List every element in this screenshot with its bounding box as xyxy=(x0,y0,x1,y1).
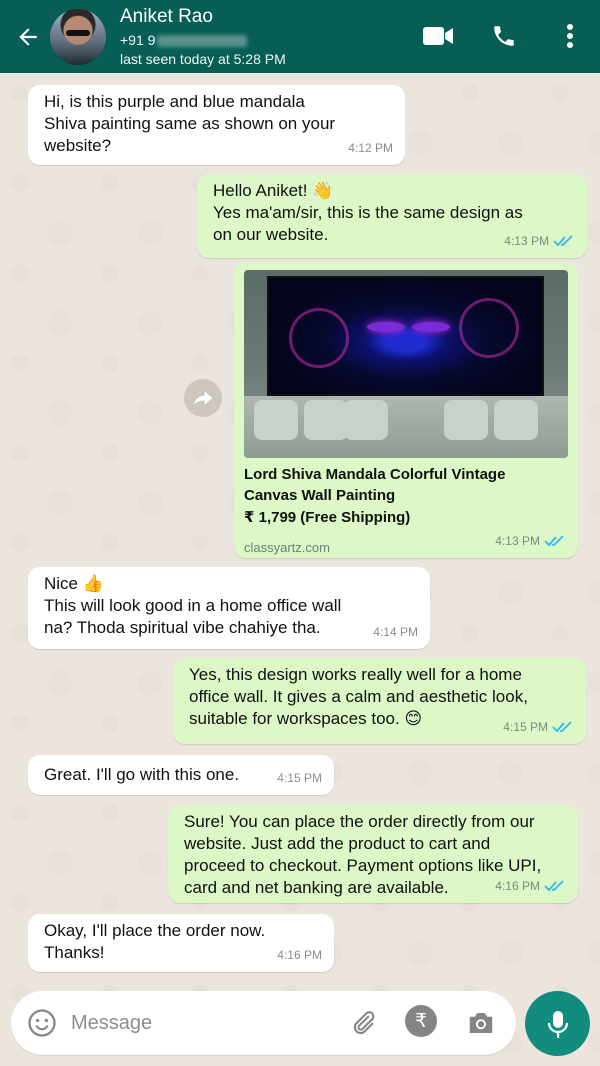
message-text-line2: Yes ma'am/sir, this is the same design a… xyxy=(213,203,523,244)
product-title: Lord Shiva Mandala Colorful Vintage Canv… xyxy=(244,466,506,504)
more-vert-icon xyxy=(567,24,573,48)
contact-info[interactable]: Aniket Rao +91 9 last seen today at 5:28… xyxy=(120,6,286,67)
back-arrow-icon xyxy=(19,27,37,46)
message-text: Okay, I'll place the order now. Thanks! xyxy=(44,921,266,962)
read-ticks-icon xyxy=(544,880,564,892)
forward-button[interactable] xyxy=(184,379,222,417)
painting-artwork xyxy=(267,276,544,396)
message-outgoing[interactable]: Yes, this design works really well for a… xyxy=(173,658,586,744)
message-meta: 4:13 PM xyxy=(504,230,575,252)
message-time: 4:13 PM xyxy=(504,234,549,248)
read-ticks-icon xyxy=(552,721,572,733)
attach-icon xyxy=(353,1011,375,1035)
video-call-icon xyxy=(423,27,453,45)
message-time: 4:13 PM xyxy=(495,534,540,548)
message-incoming[interactable]: Nice 👍 This will look good in a home off… xyxy=(28,567,430,649)
message-text: Great. I'll go with this one. xyxy=(44,765,240,784)
back-button[interactable] xyxy=(8,17,48,57)
message-meta: 4:13 PM xyxy=(495,530,566,552)
emoji-icon xyxy=(28,1009,56,1037)
read-ticks-icon xyxy=(553,235,573,247)
avatar[interactable] xyxy=(50,8,106,65)
attach-button[interactable] xyxy=(347,1007,379,1039)
camera-button[interactable] xyxy=(465,1007,497,1039)
message-text-line1: Hello Aniket! 👋 xyxy=(213,181,334,200)
last-seen-status: last seen today at 5:28 PM xyxy=(120,50,286,67)
rupee-icon: ₹ xyxy=(414,1010,428,1032)
payment-button[interactable]: ₹ xyxy=(405,1005,437,1037)
voice-call-button[interactable] xyxy=(486,18,522,54)
message-input[interactable] xyxy=(71,1011,321,1035)
message-time: 4:15 PM xyxy=(277,771,322,785)
message-composer: ₹ xyxy=(11,991,516,1055)
message-time: 4:15 PM xyxy=(503,720,548,734)
emoji-button[interactable] xyxy=(25,1006,59,1040)
video-call-button[interactable] xyxy=(420,18,456,54)
contact-name: Aniket Rao xyxy=(120,5,213,27)
message-time: 4:16 PM xyxy=(277,948,322,962)
product-price: ₹ 1,799 (Free Shipping) xyxy=(244,509,411,526)
link-preview-message[interactable]: Lord Shiva Mandala Colorful Vintage Canv… xyxy=(234,262,578,558)
message-time: 4:14 PM xyxy=(373,625,418,639)
message-incoming[interactable]: Okay, I'll place the order now. Thanks! … xyxy=(28,914,334,972)
read-ticks-icon xyxy=(544,535,564,547)
message-time: 4:16 PM xyxy=(495,879,540,893)
message-time: 4:12 PM xyxy=(348,141,393,155)
phone-icon xyxy=(494,26,514,46)
message-text-line1: Nice 👍 xyxy=(44,574,104,593)
message-incoming[interactable]: Hi, is this purple and blue mandala Shiv… xyxy=(28,85,405,165)
sofa-illustration xyxy=(244,396,568,458)
contact-phone: +91 9 xyxy=(120,32,286,48)
product-image[interactable] xyxy=(244,270,568,458)
mic-icon xyxy=(547,1010,568,1038)
message-outgoing[interactable]: Sure! You can place the order directly f… xyxy=(168,805,578,903)
chat-header: Aniket Rao +91 9 last seen today at 5:28… xyxy=(0,0,600,73)
phone-prefix: +91 9 xyxy=(120,31,156,48)
more-options-button[interactable] xyxy=(552,18,588,54)
message-text-line2: This will look good in a home office wal… xyxy=(44,596,342,637)
camera-icon xyxy=(469,1013,493,1033)
message-outgoing[interactable]: Hello Aniket! 👋 Yes ma'am/sir, this is t… xyxy=(197,174,587,258)
mic-button[interactable] xyxy=(525,991,590,1056)
message-incoming[interactable]: Great. I'll go with this one. 4:15 PM xyxy=(28,755,334,795)
message-meta: 4:15 PM xyxy=(503,716,574,738)
phone-redacted xyxy=(157,35,248,48)
message-text: Hi, is this purple and blue mandala Shiv… xyxy=(44,92,336,155)
forward-icon xyxy=(193,391,213,406)
message-meta: 4:16 PM xyxy=(495,875,566,897)
